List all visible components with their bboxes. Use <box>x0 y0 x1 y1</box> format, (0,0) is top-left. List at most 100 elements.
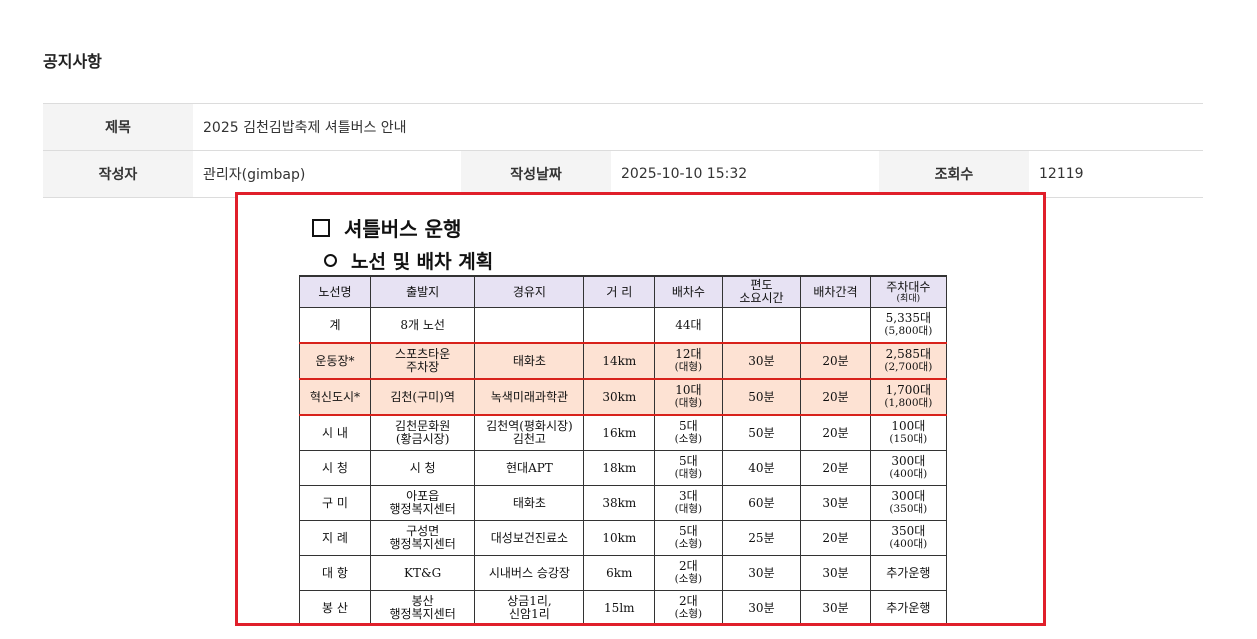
table-cell-time <box>721 307 802 344</box>
table-cell-time: 30분 <box>721 342 802 380</box>
route-subtitle: 노선 및 배차 계획 <box>324 247 493 274</box>
table-cell-buses: 10대 (대형) <box>654 378 723 416</box>
table-cell-origin: 스포츠타운 주차장 <box>369 342 476 380</box>
author-label: 작성자 <box>43 151 193 197</box>
table-cell-parking: 300대 (400대) <box>869 450 948 486</box>
table-cell-origin: 시 청 <box>369 450 476 486</box>
page-title: 공지사항 <box>43 52 102 71</box>
table-cell-origin: 김천(구미)역 <box>369 378 476 416</box>
table-cell-distance: 38km <box>583 485 656 521</box>
table-cell-parking: 추가운행 <box>869 555 948 591</box>
table-cell-buses: 5대 (소형) <box>654 520 723 556</box>
table-cell-distance: 15lm <box>583 590 656 623</box>
table-cell-buses: 3대 (대형) <box>654 485 723 521</box>
table-row: 시 청시 청 현대APT 18km 5대 (대형) 40분 20분 300대 (400대) <box>299 450 948 486</box>
table-cell-distance: 6km <box>583 555 656 591</box>
header-cell: 노선명 <box>299 275 371 308</box>
table-cell-via: 현대APT <box>474 450 585 486</box>
table-row: 계 8개 노선 44대 5,335대 (5,800대) <box>299 307 948 344</box>
table-cell-interval: 20분 <box>800 414 871 451</box>
table-cell-interval: 20분 <box>800 378 871 416</box>
table-cell-origin: 봉산 행정복지센터 <box>369 590 476 623</box>
table-row: 시 내 김천문화원 (황금시장) 김천역(평화시장) 김천고 16km 5대 (소형) 50분 2… <box>299 414 948 451</box>
table-cell-origin: 8개 노선 <box>369 307 476 344</box>
table-row: 운동장* 스포츠타운 주차장 태화초 14km 12대 (대형) 30분 20분 2,585대 (2… <box>299 342 948 380</box>
header-cell: 편도 소요시간 <box>721 275 802 308</box>
table-cell-via: 대성보건진료소 <box>474 520 585 556</box>
table-cell-parking: 350대 (400대) <box>869 520 948 556</box>
route-subtitle-text: 노선 및 배차 계획 <box>351 251 494 273</box>
checkbox-square-icon <box>312 218 330 237</box>
table-cell-distance: 18km <box>583 450 656 486</box>
table-row: 봉 산 봉산 행정복지센터 상금1리, 신암1리 15lm 2대 (소형) 30분 30분 추가운행 <box>299 590 948 623</box>
table-cell-buses: 5대 (소형) <box>654 414 723 451</box>
header-cell: 거 리 <box>583 275 656 308</box>
table-cell-buses: 5대 (대형) <box>654 450 723 486</box>
table-cell-buses: 12대 (대형) <box>654 342 723 380</box>
table-cell-parking: 2,585대 (2,700대) <box>869 342 948 380</box>
table-cell-interval: 30분 <box>800 485 871 521</box>
route-table-body: 계 8개 노선 44대 5,335대 (5,800대) 운동장* 스포츠타운 주차장 태화초 14… <box>299 307 948 623</box>
table-cell-via: 태화초 <box>474 342 585 380</box>
table-cell-route: 운동장* <box>299 342 371 380</box>
notice-meta-table: 제목 2025 김천김밥축제 셔틀버스 안내 작성자 관리자(gimbap) 작… <box>43 103 1203 198</box>
table-cell-buses: 2대 (소형) <box>654 555 723 591</box>
table-cell-route: 혁신도시* <box>299 378 371 416</box>
table-cell-time: 60분 <box>721 485 802 521</box>
table-cell-distance: 30km <box>583 378 656 416</box>
table-cell-time: 30분 <box>721 590 802 623</box>
table-cell-route: 대 항 <box>299 555 371 591</box>
table-cell-interval: 30분 <box>800 555 871 591</box>
meta-row-info: 작성자 관리자(gimbap) 작성날짜 2025-10-10 15:32 조회… <box>43 151 1203 198</box>
views-value: 12119 <box>1039 166 1084 182</box>
table-cell-origin: 구성면 행정복지센터 <box>369 520 476 556</box>
table-cell-time: 40분 <box>721 450 802 486</box>
header-cell: 배차수 <box>654 275 723 308</box>
table-cell-distance: 10km <box>583 520 656 556</box>
route-table: 노선명 출발지 경유지 거 리 배차수 편도 소요시간 배차간격 주차대수 (최대)… <box>299 275 948 623</box>
header-cell: 주차대수 (최대) <box>869 275 948 308</box>
table-cell-time: 30분 <box>721 555 802 591</box>
table-cell-route: 구 미 <box>299 485 371 521</box>
table-cell-interval: 20분 <box>800 342 871 380</box>
date-value: 2025-10-10 15:32 <box>621 166 748 182</box>
table-cell-time: 50분 <box>721 378 802 416</box>
views-label: 조회수 <box>879 151 1029 197</box>
table-cell-route: 지 례 <box>299 520 371 556</box>
table-cell-buses: 44대 <box>654 307 723 344</box>
table-cell-origin: 아포읍 행정복지센터 <box>369 485 476 521</box>
date-label: 작성날짜 <box>461 151 611 197</box>
shuttle-title-text: 셔틀버스 운행 <box>344 217 462 241</box>
meta-row-title: 제목 2025 김천김밥축제 셔틀버스 안내 <box>43 104 1203 151</box>
table-cell-origin: KT&G <box>369 555 476 591</box>
table-cell-interval: 20분 <box>800 520 871 556</box>
table-cell-buses: 2대 (소형) <box>654 590 723 623</box>
table-cell-parking: 300대 (350대) <box>869 485 948 521</box>
table-cell-via: 시내버스 승강장 <box>474 555 585 591</box>
table-cell-parking: 100대 (150대) <box>869 414 948 451</box>
notice-image: 셔틀버스 운행 노선 및 배차 계획 노선명 출발지 경유지 거 리 배차수 편… <box>235 192 1046 626</box>
table-cell-interval: 20분 <box>800 450 871 486</box>
circle-bullet-icon <box>324 254 337 267</box>
table-row: 지 례 구성면 행정복지센터 대성보건진료소 10km 5대 (소형) 25분 20분 350대(… <box>299 520 948 556</box>
table-cell-distance <box>583 307 656 344</box>
shuttle-title: 셔틀버스 운행 <box>312 213 461 242</box>
table-cell-parking: 추가운행 <box>869 590 948 623</box>
table-cell-distance: 14km <box>583 342 656 380</box>
table-row: 대 항 KT&G 시내버스 승강장 6km 2대 (소형) 30분 30분 추가운행 <box>299 555 948 591</box>
table-cell-via <box>474 307 585 344</box>
table-cell-route: 봉 산 <box>299 590 371 623</box>
header-cell: 배차간격 <box>800 275 871 308</box>
table-cell-via: 태화초 <box>474 485 585 521</box>
header-cell: 출발지 <box>369 275 476 308</box>
table-cell-parking: 1,700대 (1,800대) <box>869 378 948 416</box>
table-cell-parking: 5,335대 (5,800대) <box>869 307 948 344</box>
title-label: 제목 <box>43 104 193 150</box>
author-value: 관리자(gimbap) <box>203 167 306 183</box>
table-cell-origin: 김천문화원 (황금시장) <box>369 414 476 451</box>
table-row: 혁신도시* 김천(구미)역 녹색미래과학관 30km 10대 (대형) 50분 20분 1,70… <box>299 378 948 416</box>
title-value: 2025 김천김밥축제 셔틀버스 안내 <box>203 120 407 136</box>
route-table-header: 노선명 출발지 경유지 거 리 배차수 편도 소요시간 배차간격 주차대수 (최대) <box>299 275 948 308</box>
table-cell-time: 50분 <box>721 414 802 451</box>
table-cell-route: 시 청 <box>299 450 371 486</box>
